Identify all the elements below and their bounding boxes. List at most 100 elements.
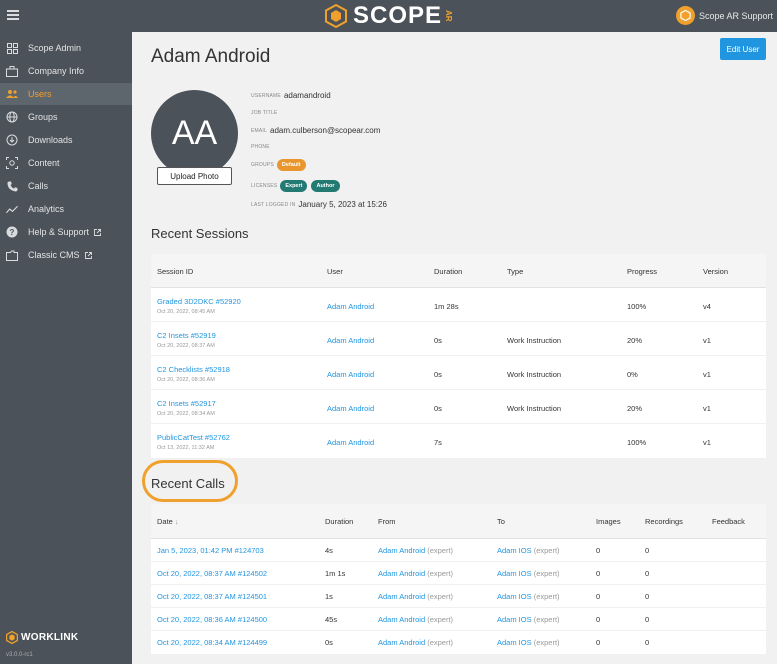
call-date-link[interactable]: Oct 20, 2022, 08:34 AM xyxy=(157,638,236,647)
from-role: (expert) xyxy=(427,546,454,555)
recent-sessions-title: Recent Sessions xyxy=(151,226,249,241)
call-id-link[interactable]: #124500 xyxy=(238,615,267,624)
sidebar-item-company-info[interactable]: Company Info xyxy=(0,60,132,82)
to-user-link[interactable]: Adam IOS xyxy=(497,592,532,601)
table-row[interactable]: Oct 20, 2022, 08:37 AM #124501 1s Adam A… xyxy=(151,585,766,608)
from-user-link[interactable]: Adam Android xyxy=(378,546,425,555)
from-user-link[interactable]: Adam Android xyxy=(378,592,425,601)
session-id-link[interactable]: Graded 3D2DKC #52920 xyxy=(157,297,241,306)
external-link-icon xyxy=(84,251,92,259)
recent-calls-title: Recent Calls xyxy=(151,476,225,491)
page-title: Adam Android xyxy=(151,46,271,67)
images-count: 0 xyxy=(596,569,601,578)
to-role: (expert) xyxy=(533,546,560,555)
sidebar-item-users[interactable]: Users xyxy=(0,83,132,105)
briefcase-icon xyxy=(6,65,18,77)
to-user-link[interactable]: Adam IOS xyxy=(497,546,532,555)
version: v1 xyxy=(703,336,711,345)
session-id-link[interactable]: PublicCatTest #52762 xyxy=(157,433,230,442)
user-link[interactable]: Adam Android xyxy=(327,302,374,311)
app-version: v3.0.0-rc1 xyxy=(6,652,33,658)
sidebar-item-content[interactable]: Content xyxy=(0,152,132,174)
call-from-cell: Adam Android (expert) xyxy=(378,546,453,555)
user-link[interactable]: Adam Android xyxy=(327,336,374,345)
username-value: adamandroid xyxy=(283,91,331,100)
grid-icon xyxy=(6,42,18,54)
users-icon xyxy=(6,88,18,100)
sidebar-item-downloads[interactable]: Downloads xyxy=(0,129,132,151)
from-user-link[interactable]: Adam Android xyxy=(378,615,425,624)
account-menu[interactable]: Scope AR Support xyxy=(675,6,773,25)
sidebar-item-help-support[interactable]: ? Help & Support xyxy=(0,221,132,243)
call-date-link[interactable]: Oct 20, 2022, 08:37 AM xyxy=(157,592,236,601)
version: v4 xyxy=(703,302,711,311)
duration: 0s xyxy=(434,370,442,379)
column-header: User xyxy=(327,267,343,276)
groups-field: Groups Default xyxy=(251,159,310,171)
duration: 1m 1s xyxy=(325,569,346,578)
scope-logo[interactable]: SCOPE AR xyxy=(325,1,454,31)
session-date: Oct 13, 2022, 11:32 AM xyxy=(157,445,215,451)
sidebar-item-label: Scope Admin xyxy=(28,43,82,53)
call-id-link[interactable]: #124502 xyxy=(238,569,267,578)
table-row[interactable]: Graded 3D2DKC #52920 Oct 20, 2022, 08:45… xyxy=(151,288,766,322)
call-id-link[interactable]: #124703 xyxy=(235,546,264,555)
user-link[interactable]: Adam Android xyxy=(327,438,374,447)
to-user-link[interactable]: Adam IOS xyxy=(497,638,532,647)
from-user-link[interactable]: Adam Android xyxy=(378,569,425,578)
session-id-link[interactable]: C2 Checklists #52918 xyxy=(157,365,230,374)
call-id-link[interactable]: #124499 xyxy=(238,638,267,647)
table-header: Session ID User Duration Type Progress V… xyxy=(151,254,766,288)
duration: 7s xyxy=(434,438,442,447)
sidebar-item-label: Classic CMS xyxy=(28,250,80,260)
column-header-date[interactable]: Date ↓ xyxy=(157,517,179,526)
call-date-link[interactable]: Oct 20, 2022, 08:37 AM xyxy=(157,569,236,578)
to-user-link[interactable]: Adam IOS xyxy=(497,615,532,624)
sidebar-item-analytics[interactable]: Analytics xyxy=(0,198,132,220)
call-date-link[interactable]: Oct 20, 2022, 08:36 AM xyxy=(157,615,236,624)
sidebar-item-calls[interactable]: Calls xyxy=(0,175,132,197)
call-date-link[interactable]: Jan 5, 2023, 01:42 PM xyxy=(157,546,232,555)
session-id-link[interactable]: C2 Insets #52919 xyxy=(157,331,216,340)
version: v1 xyxy=(703,438,711,447)
license-badge: Author xyxy=(311,180,340,192)
main-content: Adam Android Edit User AA Upload Photo U… xyxy=(132,32,777,664)
cube-logo-icon xyxy=(325,4,347,28)
table-row[interactable]: Oct 20, 2022, 08:36 AM #124500 45s Adam … xyxy=(151,608,766,631)
call-date-cell: Oct 20, 2022, 08:37 AM #124502 xyxy=(157,569,267,578)
user-link[interactable]: Adam Android xyxy=(327,404,374,413)
recordings-count: 0 xyxy=(645,569,650,578)
account-cube-icon xyxy=(675,6,695,25)
duration: 4s xyxy=(325,546,333,555)
sidebar-item-label: Company Info xyxy=(28,66,85,76)
to-role: (expert) xyxy=(533,615,560,624)
session-id-link[interactable]: C2 Insets #52917 xyxy=(157,399,216,408)
call-id-link[interactable]: #124501 xyxy=(238,592,267,601)
table-row[interactable]: C2 Checklists #52918 Oct 20, 2022, 08:36… xyxy=(151,356,766,390)
session-date: Oct 20, 2022, 08:37 AM xyxy=(157,343,215,349)
table-row[interactable]: Oct 20, 2022, 08:34 AM #124499 0s Adam A… xyxy=(151,631,766,654)
upload-photo-button[interactable]: Upload Photo xyxy=(157,167,232,185)
to-role: (expert) xyxy=(533,638,560,647)
table-row[interactable]: C2 Insets #52917 Oct 20, 2022, 08:34 AM … xyxy=(151,390,766,424)
user-link[interactable]: Adam Android xyxy=(327,370,374,379)
logo-text: SCOPE xyxy=(353,2,443,29)
from-role: (expert) xyxy=(427,638,454,647)
table-row[interactable]: Oct 20, 2022, 08:37 AM #124502 1m 1s Ada… xyxy=(151,562,766,585)
from-user-link[interactable]: Adam Android xyxy=(378,638,425,647)
group-badge[interactable]: Default xyxy=(276,159,306,171)
logo-suffix: AR xyxy=(444,10,454,22)
top-bar: SCOPE AR Scope AR Support xyxy=(0,0,777,32)
column-header: Recordings xyxy=(645,517,683,526)
table-row[interactable]: C2 Insets #52919 Oct 20, 2022, 08:37 AM … xyxy=(151,322,766,356)
recordings-count: 0 xyxy=(645,638,650,647)
sidebar-item-groups[interactable]: Groups xyxy=(0,106,132,128)
sidebar-item-scope-admin[interactable]: Scope Admin xyxy=(0,37,132,59)
to-user-link[interactable]: Adam IOS xyxy=(497,569,532,578)
table-row[interactable]: Jan 5, 2023, 01:42 PM #124703 4s Adam An… xyxy=(151,539,766,562)
menu-icon[interactable] xyxy=(7,10,19,20)
table-row[interactable]: PublicCatTest #52762 Oct 13, 2022, 11:32… xyxy=(151,424,766,458)
sidebar-item-classic-cms[interactable]: Classic CMS xyxy=(0,244,132,266)
edit-user-button[interactable]: Edit User xyxy=(720,38,766,60)
images-count: 0 xyxy=(596,615,601,624)
